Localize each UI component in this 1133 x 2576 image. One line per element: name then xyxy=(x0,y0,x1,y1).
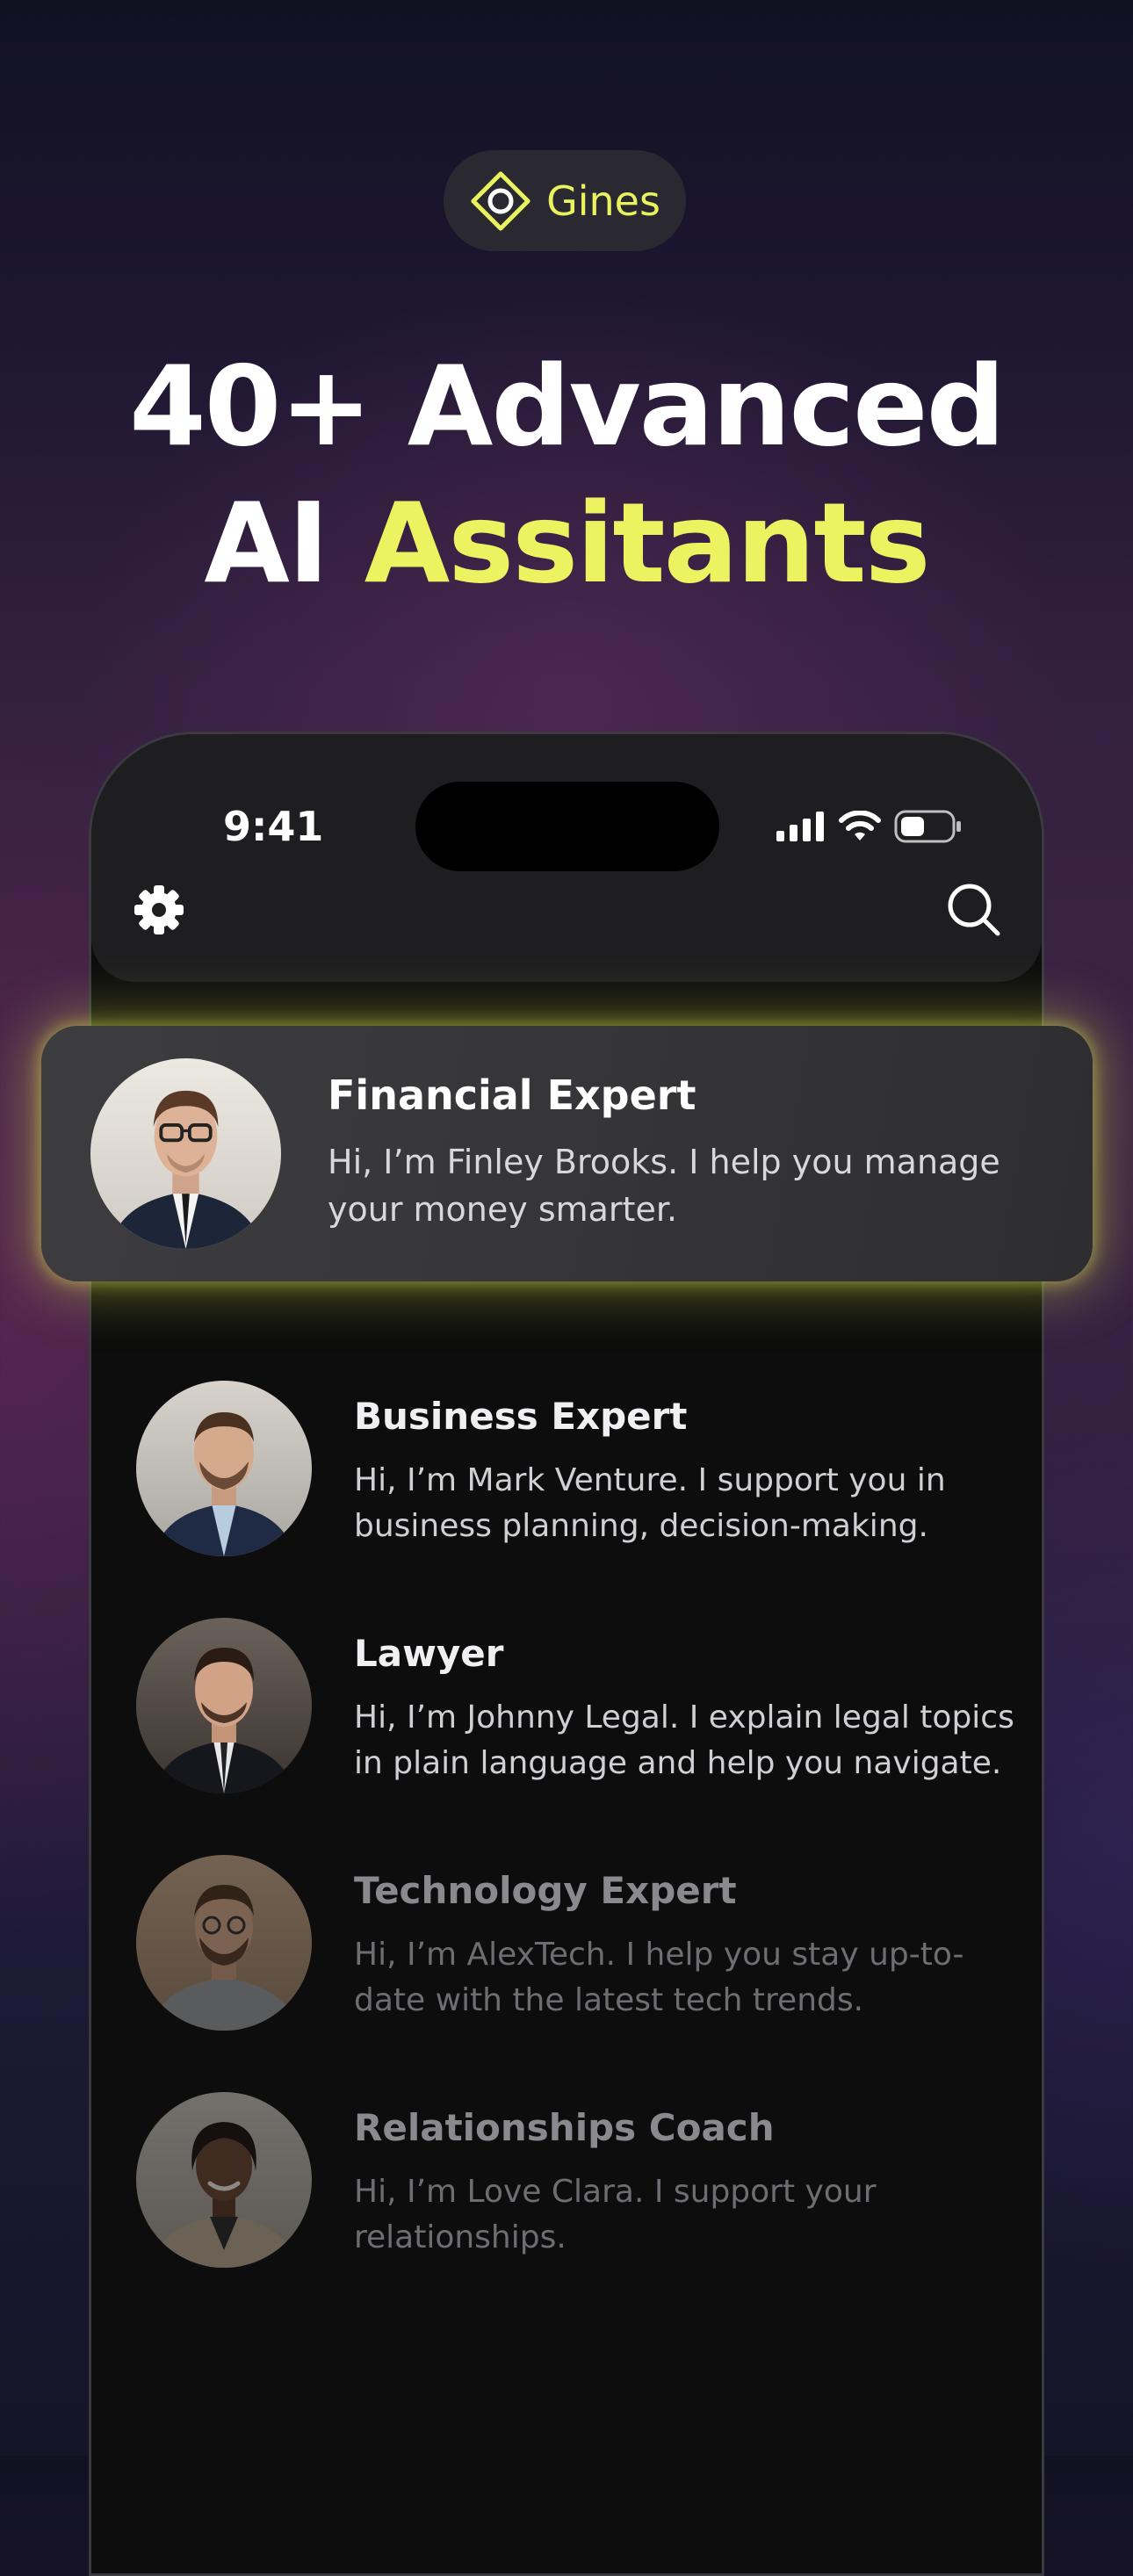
avatar xyxy=(136,1381,312,1556)
assistant-description: Hi, I’m Johnny Legal. I explain legal to… xyxy=(354,1699,1014,1781)
battery-icon xyxy=(894,810,961,843)
assistant-description: Hi, I’m AlexTech. I help you stay up-to-… xyxy=(354,1937,964,2018)
search-icon xyxy=(948,884,1000,936)
featured-assistant-card[interactable]: Financial Expert Hi, I’m Finley Brooks. … xyxy=(41,1026,1093,1281)
wifi-icon xyxy=(839,811,881,841)
assistant-list-item[interactable]: Technology Expert Hi, I’m AlexTech. I he… xyxy=(136,1855,1006,2039)
brand-name: Gines xyxy=(546,177,660,225)
brand-badge: Gines xyxy=(444,150,686,251)
app-header: 9:41 xyxy=(91,734,1042,982)
headline-accent-word: Assitants xyxy=(364,479,931,608)
assistant-title: Lawyer xyxy=(354,1632,504,1675)
assistant-description: Hi, I’m Mark Venture. I support you in b… xyxy=(354,1462,946,1544)
search-button[interactable] xyxy=(943,879,1005,941)
assistant-list-item[interactable]: Lawyer Hi, I’m Johnny Legal. I explain l… xyxy=(136,1618,1014,1802)
avatar xyxy=(136,2092,312,2268)
assistant-list-item[interactable]: Business Expert Hi, I’m Mark Venture. I … xyxy=(136,1381,1006,1565)
status-icons xyxy=(776,810,963,843)
assistant-title: Relationships Coach xyxy=(354,2106,775,2149)
featured-title: Financial Expert xyxy=(328,1072,696,1119)
dynamic-island xyxy=(415,782,719,871)
diamond-ring-icon xyxy=(471,170,530,231)
avatar xyxy=(90,1058,281,1249)
assistant-description: Hi, I’m Love Clara. I support your relat… xyxy=(354,2174,877,2255)
headline: 40+ Advanced AI Assitants xyxy=(0,338,1133,612)
featured-description: Hi, I’m Finley Brooks. I help you manage… xyxy=(328,1143,1000,1229)
status-time: 9:41 xyxy=(223,803,324,850)
avatar xyxy=(136,1855,312,2031)
assistant-list-item[interactable]: Relationships Coach Hi, I’m Love Clara. … xyxy=(136,2092,1006,2277)
gear-icon xyxy=(134,885,184,934)
avatar xyxy=(136,1618,312,1793)
headline-plain-word: AI xyxy=(204,479,328,608)
settings-button[interactable] xyxy=(128,879,190,941)
headline-line-1: 40+ Advanced xyxy=(129,342,1006,471)
headline-line-2: AI Assitants xyxy=(0,475,1133,612)
phone-mockup: 9:41 Business Expert Hi, I’m Mark Ventur… xyxy=(89,732,1044,2576)
assistant-title: Business Expert xyxy=(354,1395,688,1438)
assistant-title: Technology Expert xyxy=(354,1869,737,1912)
cellular-signal-icon xyxy=(776,812,824,841)
